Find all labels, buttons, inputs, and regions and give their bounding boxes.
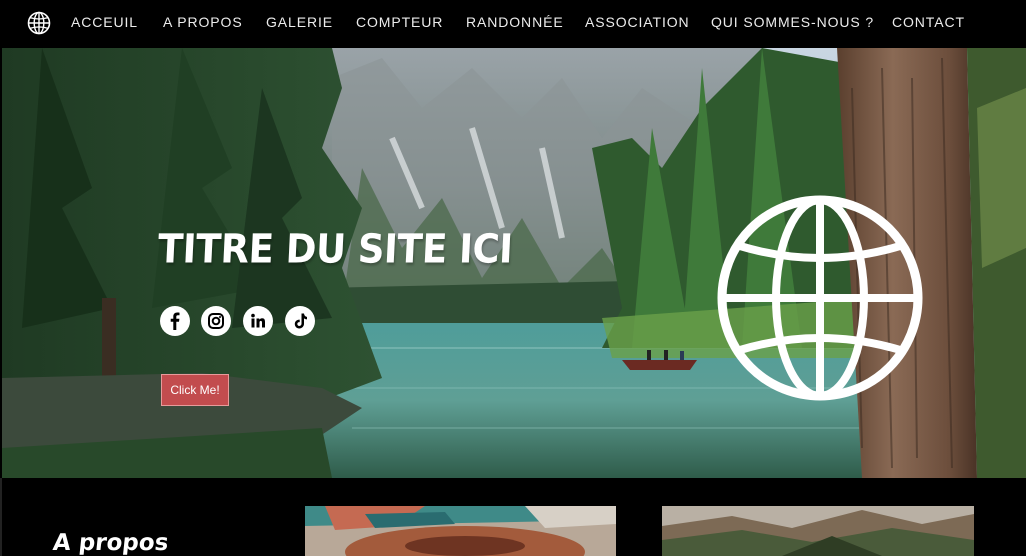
linkedin-icon[interactable]	[243, 306, 273, 336]
nav-item-qui-sommes-nous[interactable]: QUI SOMMES-NOUS ?	[711, 14, 874, 30]
site-title: TITRE DU SITE ICI	[156, 226, 514, 273]
nav-item-association[interactable]: ASSOCIATION	[585, 14, 690, 30]
about-title: A propos	[51, 530, 170, 556]
hero-section: TITRE DU SITE ICI Click Me!	[2, 48, 1026, 478]
click-me-button[interactable]: Click Me!	[161, 374, 229, 406]
nav-item-acceuil[interactable]: ACCEUIL	[71, 14, 138, 30]
gallery-image-mountains[interactable]	[662, 506, 974, 556]
gallery-image-painting[interactable]	[305, 506, 616, 556]
facebook-icon[interactable]	[160, 306, 190, 336]
instagram-icon[interactable]	[201, 306, 231, 336]
nav-item-a-propos[interactable]: A PROPOS	[163, 14, 243, 30]
nav-item-galerie[interactable]: GALERIE	[266, 14, 333, 30]
globe-icon[interactable]	[27, 11, 51, 35]
nav-item-contact[interactable]: CONTACT	[892, 14, 965, 30]
top-nav: ACCEUIL A PROPOS GALERIE COMPTEUR RANDON…	[0, 0, 1026, 48]
globe-icon	[717, 195, 923, 401]
tiktok-icon[interactable]	[285, 306, 315, 336]
nav-item-compteur[interactable]: COMPTEUR	[356, 14, 443, 30]
nav-item-randonnee[interactable]: RANDONNÉE	[466, 14, 564, 30]
